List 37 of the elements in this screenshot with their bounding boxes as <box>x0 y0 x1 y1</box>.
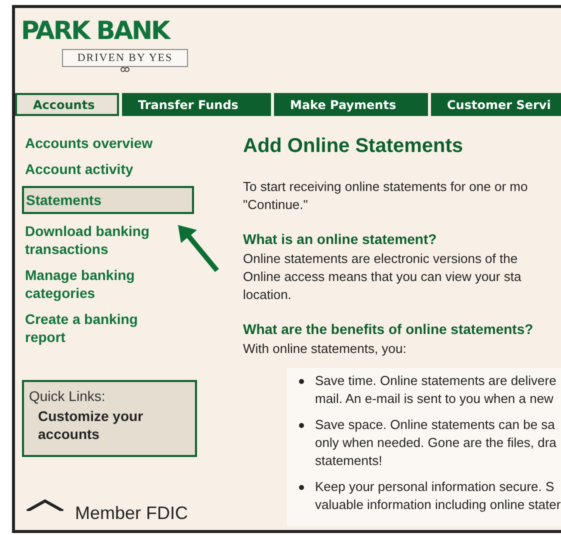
bullet-text: statements! <box>315 452 384 470</box>
pointer-arrow <box>175 222 221 272</box>
scroll-ornament-icon <box>120 67 130 72</box>
logo-text: PARK BANK <box>21 18 172 44</box>
quick-links-title: Quick Links: <box>29 387 106 406</box>
bullet-icon <box>299 379 304 384</box>
house-icon <box>25 499 65 511</box>
body-text: Online statements are electronic versions of the <box>243 250 519 268</box>
sidebar-link[interactable]: Account activity <box>25 160 197 178</box>
body-text: location. <box>243 286 292 304</box>
nav-tab[interactable]: Transfer Funds <box>122 93 271 116</box>
page-heading: Add Online Statements <box>243 134 464 158</box>
sidebar-link[interactable]: Accounts overview <box>25 134 197 152</box>
bullet-icon <box>299 485 304 490</box>
bullet-icon <box>299 423 304 428</box>
bullet-text: only when needed. Gone are the files, dra <box>315 434 556 452</box>
nav-tab[interactable]: Make Payments <box>274 93 428 116</box>
body-text: Online access means that you can view your sta <box>243 268 522 286</box>
bullet-text: valuable information including online stater <box>315 496 561 514</box>
section-heading: What are the benefits of online statements? <box>243 320 534 338</box>
sidebar-link[interactable]: Create a banking report <box>25 310 197 346</box>
intro-text: "Continue." <box>243 196 309 214</box>
sidebar-link[interactable]: Statements <box>22 186 194 214</box>
sidebar-link[interactable]: Download banking transactions <box>25 222 197 258</box>
body-text: With online statements, you: <box>243 340 408 358</box>
quick-link[interactable]: Customize your accounts <box>29 407 190 443</box>
bullet-text: Keep your personal information secure. S <box>315 478 556 496</box>
fdic-label: Member FDIC <box>75 503 188 523</box>
bullet-text: Save space. Online statements can be sa <box>315 416 556 434</box>
bullet-text: mail. An e-mail is sent to you when a new <box>315 390 554 408</box>
bullet-text: Save time. Online statements are delivere <box>315 372 556 390</box>
section-heading: What is an online statement? <box>243 230 438 248</box>
intro-text: To start receiving online statements for one or mo <box>243 178 529 196</box>
nav-tab[interactable]: Customer Servi <box>431 93 561 116</box>
tagline: DRIVEN BY YES <box>62 49 188 67</box>
sidebar-link[interactable]: Manage banking categories <box>25 266 197 302</box>
nav-tab[interactable]: Accounts <box>15 93 119 116</box>
